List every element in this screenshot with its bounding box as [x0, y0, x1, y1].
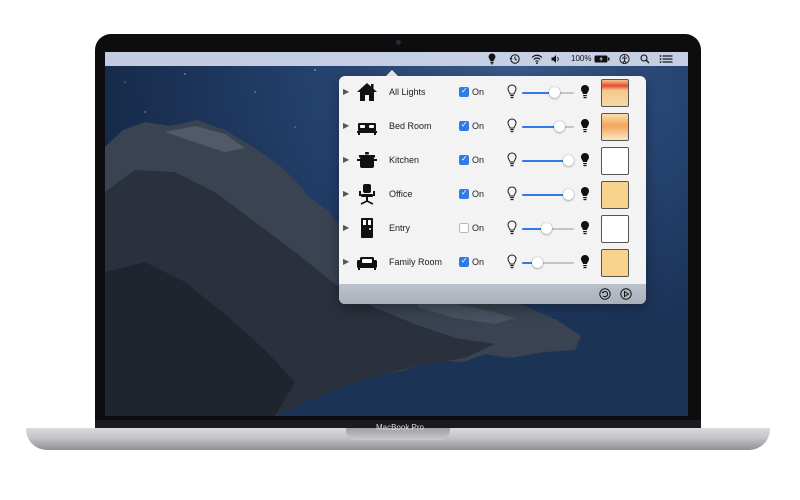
- room-row[interactable]: ▶ Office ✓ On: [339, 178, 646, 212]
- checkmark-icon: ✓: [461, 154, 468, 163]
- checkmark-icon: ✓: [461, 256, 468, 265]
- slider-knob[interactable]: [563, 155, 575, 166]
- brightness-slider[interactable]: [522, 92, 574, 94]
- room-row[interactable]: ▶ All Lights ✓ On: [339, 76, 646, 110]
- battery-icon[interactable]: [594, 53, 610, 65]
- disclosure-triangle-icon[interactable]: ▶: [343, 121, 349, 130]
- room-name: Kitchen: [389, 155, 420, 165]
- control-center-icon[interactable]: [659, 53, 673, 65]
- room-name: All Lights: [389, 87, 426, 97]
- on-checkbox[interactable]: ✓: [459, 256, 469, 267]
- on-checkbox[interactable]: ✓: [459, 120, 469, 131]
- refresh-icon[interactable]: [599, 288, 611, 300]
- disclosure-triangle-icon[interactable]: ▶: [343, 189, 349, 198]
- slider-knob[interactable]: [549, 87, 561, 98]
- time-machine-icon[interactable]: [509, 53, 520, 65]
- bright-bulb-icon: [580, 118, 590, 134]
- disclosure-triangle-icon[interactable]: ▶: [343, 155, 349, 164]
- on-label: On: [472, 189, 485, 199]
- slider-fill: [522, 194, 569, 196]
- settings-icon[interactable]: [620, 288, 632, 300]
- room-row[interactable]: ▶ Entry On: [339, 212, 646, 246]
- product-mockup: 100% ▶ All Lights ✓ On ▶ Bed Room ✓ On ▶…: [0, 0, 800, 500]
- bright-bulb-icon: [580, 84, 590, 100]
- lights-popover: ▶ All Lights ✓ On ▶ Bed Room ✓ On ▶ Kitchen ✓ On ▶ Of…: [339, 76, 646, 304]
- bed-icon: [357, 123, 377, 135]
- wifi-icon[interactable]: [531, 53, 543, 65]
- menu-bar: 100%: [105, 52, 688, 66]
- door-icon: [361, 218, 373, 238]
- slider-fill: [522, 160, 569, 162]
- on-label: On: [472, 223, 485, 233]
- battery-percent: 100%: [571, 54, 592, 63]
- chair-icon: [359, 184, 375, 205]
- slider-knob[interactable]: [553, 121, 565, 132]
- disclosure-triangle-icon[interactable]: ▶: [343, 223, 349, 232]
- camera: [396, 40, 401, 45]
- on-label: On: [472, 257, 485, 267]
- color-swatch[interactable]: [601, 215, 629, 243]
- popover-footer: [339, 284, 646, 304]
- brightness-slider[interactable]: [522, 262, 574, 264]
- bright-bulb-icon: [580, 152, 590, 168]
- room-row[interactable]: ▶ Kitchen ✓ On: [339, 144, 646, 178]
- slider-knob[interactable]: [532, 257, 544, 268]
- on-label: On: [472, 87, 485, 97]
- room-name: Family Room: [389, 257, 443, 267]
- disclosure-triangle-icon[interactable]: ▶: [343, 87, 349, 96]
- room-name: Office: [389, 189, 413, 199]
- checkmark-icon: ✓: [461, 188, 468, 197]
- disclosure-triangle-icon[interactable]: ▶: [343, 257, 349, 266]
- color-swatch[interactable]: [601, 79, 629, 107]
- bright-bulb-icon: [580, 220, 590, 236]
- on-label: On: [472, 121, 485, 131]
- brightness-slider[interactable]: [522, 126, 574, 128]
- checkmark-icon: ✓: [461, 120, 468, 129]
- device-brand-label: MacBook Pro: [375, 423, 425, 432]
- sofa-icon: [357, 257, 377, 270]
- checkmark-icon: ✓: [461, 86, 468, 95]
- on-checkbox[interactable]: ✓: [459, 154, 469, 165]
- search-icon[interactable]: [640, 53, 650, 65]
- dim-bulb-icon: [507, 254, 517, 270]
- bright-bulb-icon: [580, 254, 590, 270]
- dim-bulb-icon: [507, 84, 517, 100]
- color-swatch[interactable]: [601, 181, 629, 209]
- dim-bulb-icon: [507, 220, 517, 236]
- dim-bulb-icon: [507, 186, 517, 202]
- color-swatch[interactable]: [601, 113, 629, 141]
- on-label: On: [472, 155, 485, 165]
- room-name: Bed Room: [389, 121, 432, 131]
- color-swatch[interactable]: [601, 249, 629, 277]
- volume-icon[interactable]: [551, 53, 561, 65]
- on-checkbox[interactable]: ✓: [459, 86, 469, 97]
- dim-bulb-icon: [507, 118, 517, 134]
- room-name: Entry: [389, 223, 411, 233]
- dim-bulb-icon: [507, 152, 517, 168]
- room-row[interactable]: ▶ Bed Room ✓ On: [339, 110, 646, 144]
- house-icon: [357, 83, 377, 101]
- on-checkbox[interactable]: ✓: [459, 188, 469, 199]
- slider-knob[interactable]: [540, 223, 552, 234]
- bright-bulb-icon: [580, 186, 590, 202]
- lightbulb-icon[interactable]: [488, 53, 496, 65]
- on-checkbox[interactable]: [459, 223, 469, 233]
- slider-knob[interactable]: [563, 189, 575, 200]
- room-row[interactable]: ▶ Family Room ✓ On: [339, 246, 646, 280]
- accessibility-icon[interactable]: [619, 53, 630, 65]
- pot-icon: [357, 152, 377, 168]
- color-swatch[interactable]: [601, 147, 629, 175]
